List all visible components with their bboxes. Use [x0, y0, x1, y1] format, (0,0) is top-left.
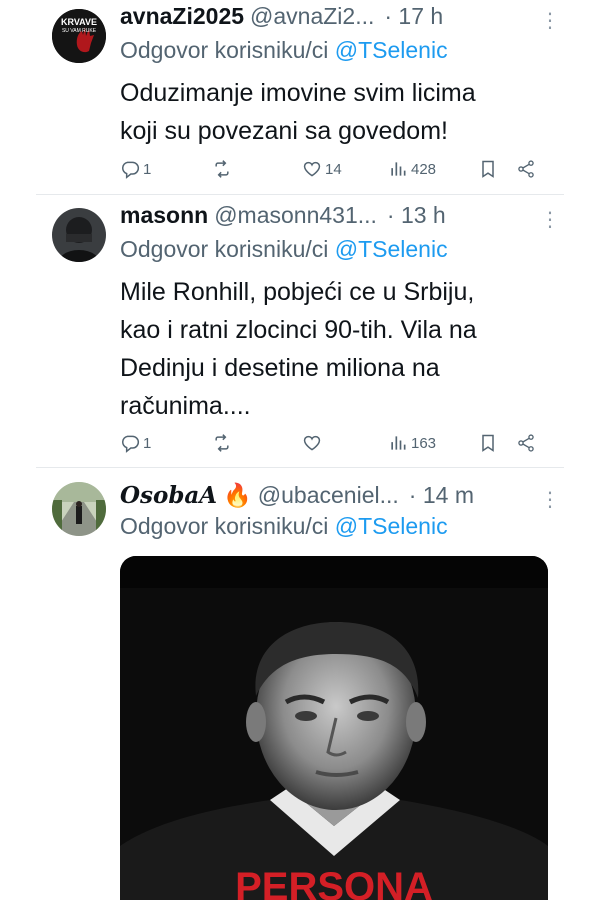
- retweet-icon: [215, 160, 229, 178]
- tweet-text-line: koji su povezani sa govedom!: [120, 117, 448, 145]
- tweet[interactable]: masonn @masonn431... · 13 h ⋮ Odgovor ko…: [36, 195, 564, 468]
- mention-link[interactable]: @TSelenic: [335, 513, 448, 539]
- view-count: 428: [411, 160, 437, 178]
- timeline: KRVAVE SU VAM RUKE avnaZi2025 @avnaZi2..…: [36, 0, 564, 900]
- views-chart-icon: [391, 436, 406, 450]
- tweet-header: masonn @masonn431... · 13 h: [120, 202, 546, 232]
- view-count: 163: [411, 434, 437, 452]
- tweet-text: Mile Ronhill, pobjeći ce u Srbiju, kao i…: [120, 273, 552, 425]
- reply-count: 1: [143, 160, 152, 178]
- bookmark-button[interactable]: [478, 159, 498, 179]
- views-button[interactable]: 428: [388, 159, 436, 179]
- tweet-media-image[interactable]: PERSONA: [120, 556, 548, 900]
- heart-icon: [303, 161, 321, 177]
- reply-icon: [122, 435, 140, 453]
- share-icon: [518, 434, 534, 452]
- tweet-text-line: računima....: [120, 392, 251, 420]
- timestamp[interactable]: · 13 h: [387, 202, 446, 229]
- reply-prefix: Odgovor korisniku/ci: [120, 236, 329, 262]
- avatar-text: KRVAVE: [61, 17, 97, 27]
- tweet-text-line: Dedinju i desetine miliona na: [120, 354, 440, 382]
- retweet-button[interactable]: [212, 433, 235, 453]
- reply-count: 1: [143, 434, 152, 452]
- tweet-text-line: kao i ratni zlocinci 90-tih. Vila na: [120, 316, 477, 344]
- user-handle[interactable]: @masonn431...: [214, 202, 377, 229]
- media-caption: PERSONA: [235, 865, 433, 900]
- more-dots-icon[interactable]: ⋮: [540, 487, 560, 512]
- action-bar: 1 14 428: [120, 159, 552, 183]
- like-button[interactable]: 14: [302, 159, 342, 179]
- mention-link[interactable]: @TSelenic: [335, 236, 448, 262]
- more-dots-icon[interactable]: ⋮: [540, 8, 560, 33]
- share-icon: [518, 160, 534, 178]
- mention-link[interactable]: @TSelenic: [335, 37, 448, 63]
- views-button[interactable]: 163: [388, 433, 436, 453]
- reply-button[interactable]: 1: [120, 433, 151, 453]
- like-count: 14: [325, 160, 342, 178]
- share-button[interactable]: [516, 159, 536, 179]
- timestamp[interactable]: · 14 m: [409, 482, 474, 509]
- views-chart-icon: [391, 162, 406, 176]
- reply-context: Odgovor korisniku/ci @TSelenic: [120, 236, 448, 263]
- tweet-header: avnaZi2025 @avnaZi2... · 17 h: [120, 3, 546, 33]
- display-name[interactable]: OsobaA: [120, 482, 217, 509]
- fire-emoji-icon: 🔥: [223, 482, 252, 508]
- like-button[interactable]: [302, 433, 325, 453]
- retweet-button[interactable]: [212, 159, 235, 179]
- bookmark-icon: [482, 160, 494, 178]
- reply-context: Odgovor korisniku/ci @TSelenic: [120, 513, 448, 540]
- more-dots-icon[interactable]: ⋮: [540, 207, 560, 232]
- bookmark-icon: [482, 434, 494, 452]
- user-handle[interactable]: @ubaceniel...: [258, 482, 399, 509]
- avatar[interactable]: KRVAVE SU VAM RUKE: [52, 9, 106, 63]
- user-handle[interactable]: @avnaZi2...: [250, 3, 374, 30]
- display-name[interactable]: masonn: [120, 202, 208, 229]
- reply-prefix: Odgovor korisniku/ci: [120, 513, 329, 539]
- reply-prefix: Odgovor korisniku/ci: [120, 37, 329, 63]
- tweet-header: OsobaA 🔥 @ubaceniel... · 14 m: [120, 482, 546, 512]
- avatar[interactable]: [52, 208, 106, 262]
- tweet-text-line: Oduzimanje imovine svim licima: [120, 79, 476, 107]
- tweet[interactable]: KRVAVE SU VAM RUKE avnaZi2025 @avnaZi2..…: [36, 0, 564, 195]
- tweet-text: Oduzimanje imovine svim licima koji su p…: [120, 74, 552, 150]
- display-name[interactable]: avnaZi2025: [120, 3, 244, 30]
- reply-button[interactable]: 1: [120, 159, 151, 179]
- reply-icon: [122, 161, 140, 179]
- tweet-text-line: Mile Ronhill, pobjeći ce u Srbiju,: [120, 278, 475, 306]
- timestamp[interactable]: · 17 h: [384, 3, 443, 30]
- avatar[interactable]: [52, 482, 106, 536]
- share-button[interactable]: [516, 433, 536, 453]
- heart-icon: [303, 435, 321, 451]
- action-bar: 1 163: [120, 433, 552, 457]
- reply-context: Odgovor korisniku/ci @TSelenic: [120, 37, 448, 64]
- avatar-text: SU VAM RUKE: [62, 28, 97, 34]
- retweet-icon: [215, 434, 229, 452]
- bookmark-button[interactable]: [478, 433, 498, 453]
